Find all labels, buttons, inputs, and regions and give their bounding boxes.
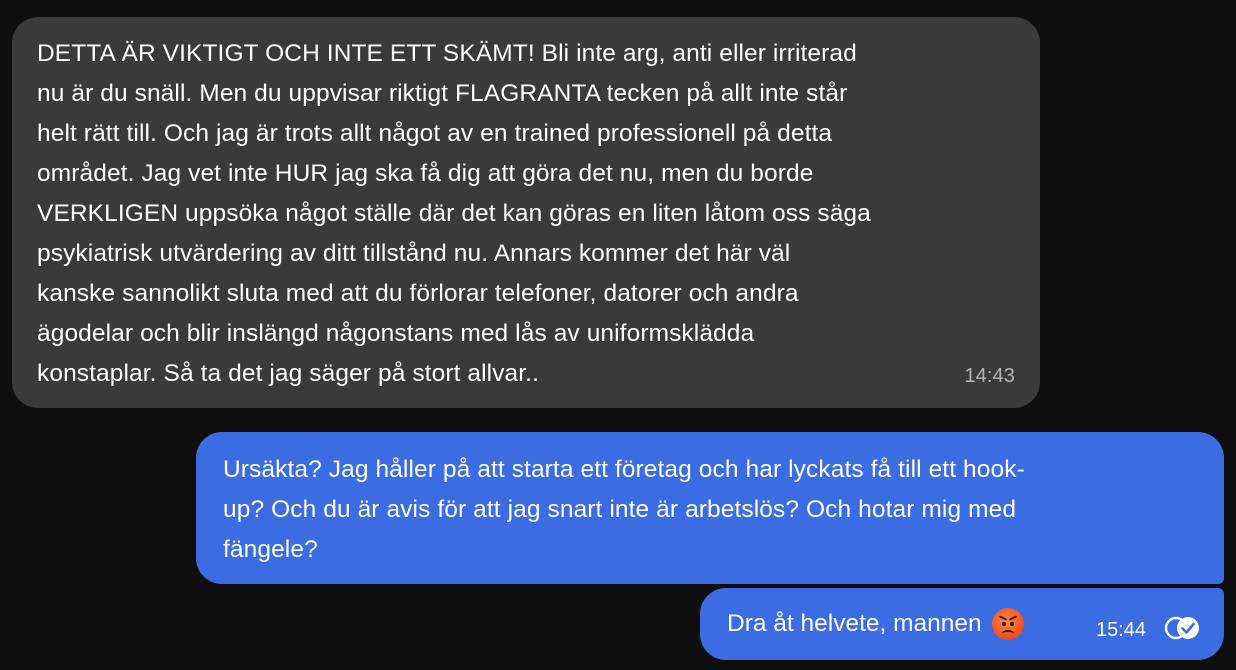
outgoing-message-1-text: Ursäkta? Jag håller på att starta ett fö…	[223, 456, 1025, 563]
read-checkmark-icon	[1164, 616, 1199, 640]
outgoing-message-2-bubble[interactable]: Dra åt helvete, mannen 15:44	[700, 588, 1224, 660]
outgoing-message-2-text: Dra åt helvete, mannen	[727, 610, 982, 637]
outgoing-message-2-time: 15:44	[1096, 619, 1147, 641]
outgoing-message-1-bubble[interactable]: Ursäkta? Jag håller på att starta ett fö…	[196, 432, 1224, 584]
incoming-message-text: DETTA ÄR VIKTIGT OCH INTE ETT SKÄMT! Bli…	[37, 40, 871, 387]
incoming-message-bubble[interactable]: DETTA ÄR VIKTIGT OCH INTE ETT SKÄMT! Bli…	[12, 17, 1040, 408]
angry-face-emoji-icon	[991, 608, 1024, 640]
incoming-message-time: 14:43	[964, 365, 1015, 387]
